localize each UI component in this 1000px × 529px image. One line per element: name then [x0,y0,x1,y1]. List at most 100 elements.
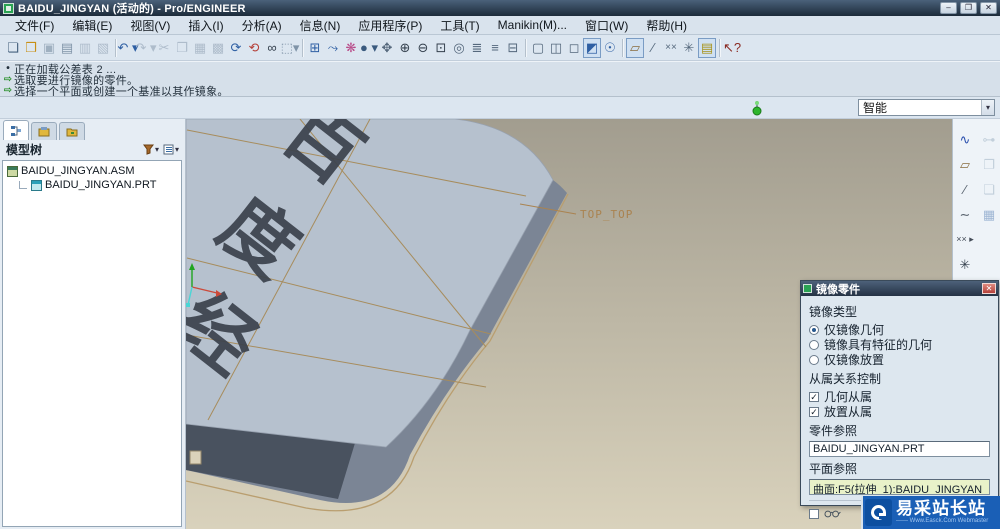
menu-file[interactable]: 文件(F) [6,17,63,34]
orient-mode-icon[interactable]: ◎ [450,38,468,58]
datum-plane-display-icon[interactable]: ▱ [626,38,644,58]
tree-node-assembly[interactable]: BAIDU_JINGYAN.ASM [3,164,181,178]
datum-point-icon[interactable]: ×× ▸ [953,227,977,252]
menu-applications[interactable]: 应用程序(P) [349,17,431,34]
chevron-down-icon[interactable]: ▾ [981,100,994,115]
layers-folder-icon [38,126,50,138]
main-toolbar: ❏ ❒ ▣ ▤ ▥ ▧ ↶ ▾ ↷ ▾ ✂ ❐ ▦ ▩ ⟳ ⟲ ∞ ⬚▾ ⊞ ⤳… [0,35,1000,61]
dialog-close-button[interactable]: ✕ [982,283,996,294]
radio-mirror-geometry-only[interactable]: 仅镜像几何 [809,322,990,337]
tab-model-tree[interactable] [3,120,29,140]
plane-ref-input[interactable]: 曲面:F5(拉伸_1):BAIDU_JINGYAN [809,479,990,495]
tree-settings-button[interactable]: ▾ [161,143,181,156]
datum-point-display-icon[interactable]: ×× [662,38,680,58]
minimize-button[interactable]: ‒ [940,2,957,14]
menu-manikin[interactable]: Manikin(M)... [489,18,576,32]
context-help-icon[interactable]: ↖? [723,38,741,58]
regenerate-manager-icon[interactable]: ⟲ [245,38,263,58]
tree-node-label: BAIDU_JINGYAN.ASM [21,165,135,177]
new-file-icon[interactable]: ❏ [4,38,22,58]
shaded-display-icon[interactable]: ◩ [583,38,601,58]
save-file-icon[interactable]: ▣ [40,38,58,58]
datum-plane-label[interactable]: TOP_TOP [580,208,633,221]
render-sphere-icon[interactable]: ● ▾ [360,38,378,58]
zoom-out-icon[interactable]: ⊖ [414,38,432,58]
enhanced-realism-icon[interactable]: ☉ [601,38,619,58]
tree-show-button[interactable]: ▾ [141,143,161,156]
print-icon[interactable]: ▤ [58,38,76,58]
dialog-title: 镜像零件 [816,281,982,297]
watermark-logo-icon [865,499,892,526]
hidden-line-display-icon[interactable]: ◫ [547,38,565,58]
view-manager-icon[interactable]: ≣ [468,38,486,58]
undo-icon[interactable]: ↶ ▾ [119,38,137,58]
datum-plane-icon[interactable]: ▱ [953,152,977,177]
saved-views-icon[interactable]: ⊟ [504,38,522,58]
menu-tools[interactable]: 工具(T) [431,17,488,34]
datum-axis-display-icon[interactable]: ∕ [644,38,662,58]
open-file-icon[interactable]: ❒ [22,38,40,58]
selection-filter-dropdown[interactable]: 智能 ▾ [858,99,995,116]
tree-elbow [19,181,27,189]
annotation-display-icon[interactable]: ▤ [698,38,716,58]
coordinate-system-icon[interactable]: ✳ [953,252,977,277]
datum-axis-icon[interactable]: ∕ [953,177,977,202]
close-button[interactable]: ✕ [980,2,997,14]
checkbox-icon: ✓ [809,392,819,402]
menu-window[interactable]: 窗口(W) [576,17,637,34]
model-tree-header: 模型树 ▾ ▾ [0,140,185,159]
part-ref-input[interactable]: BAIDU_JINGYAN.PRT [809,441,990,457]
message-mark-icon: • [2,63,14,74]
selection-filter-value: 智能 [859,99,981,116]
csys-display-icon[interactable]: ✳ [680,38,698,58]
grid-tool-icon[interactable]: ▦ [977,202,1000,227]
tab-layers[interactable] [31,122,57,140]
zoom-in-icon[interactable]: ⊕ [396,38,414,58]
filter-bar: 智能 ▾ [0,97,1000,119]
menu-bar: 文件(F) 编辑(E) 视图(V) 插入(I) 分析(A) 信息(N) 应用程序… [0,16,1000,35]
preview-checkbox[interactable] [809,509,819,519]
paste-special-icon: ▩ [209,38,227,58]
toolbar-separator [719,39,720,57]
restore-button[interactable]: ❐ [960,2,977,14]
radio-mirror-with-features[interactable]: 镜像具有特征的几何 [809,337,990,352]
part-ref-label: 零件参照 [809,422,990,439]
menu-edit[interactable]: 编辑(E) [63,17,121,34]
menu-view[interactable]: 视图(V) [121,17,179,34]
radio-icon [809,355,819,365]
tab-folder-browser[interactable] [59,122,85,140]
regenerate-icon[interactable]: ⟳ [227,38,245,58]
assembly-icon [7,166,18,177]
blank [977,227,1000,252]
window-activate-icon[interactable]: ⊞ [306,38,324,58]
menu-help[interactable]: 帮助(H) [637,17,696,34]
tree-node-label: BAIDU_JINGYAN.PRT [45,179,156,191]
check-geometry-dependent[interactable]: ✓ 几何从属 [809,389,990,404]
print-preview-icon: ▥ [76,38,94,58]
menu-analysis[interactable]: 分析(A) [233,17,291,34]
redo-icon: ↷ ▾ [137,38,155,58]
refit-icon[interactable]: ⊡ [432,38,450,58]
quilt-tool-icon: ❐ [977,152,1000,177]
sketched-curve-icon[interactable]: ∿ [953,127,977,152]
select-box-icon[interactable]: ⬚▾ [281,38,299,58]
datum-curve-icon[interactable]: ∼ [953,202,977,227]
find-icon[interactable]: ∞ [263,38,281,58]
checkbox-icon: ✓ [809,407,819,417]
tree-node-part[interactable]: BAIDU_JINGYAN.PRT [3,178,181,192]
watermark-banner: 易采站长站 —— Www.Easck.Com Webmaster [861,496,1000,529]
check-placement-dependent[interactable]: ✓ 放置从属 [809,404,990,419]
dialog-icon [803,284,812,293]
render-tools-icon[interactable]: ❋ [342,38,360,58]
spin-center-icon[interactable]: ✥ [378,38,396,58]
dialog-title-bar[interactable]: 镜像零件 ✕ [801,281,998,296]
no-hidden-display-icon[interactable]: ◻ [565,38,583,58]
menu-insert[interactable]: 插入(I) [179,17,232,34]
menu-info[interactable]: 信息(N) [291,17,350,34]
wireframe-display-icon[interactable]: ▢ [529,38,547,58]
connections-icon[interactable]: ⤳ [324,38,342,58]
layers-icon[interactable]: ≡ [486,38,504,58]
radio-mirror-placement-only[interactable]: 仅镜像放置 [809,352,990,367]
trim-tool-icon: ❏ [977,177,1000,202]
selection-status-icon [752,100,762,119]
